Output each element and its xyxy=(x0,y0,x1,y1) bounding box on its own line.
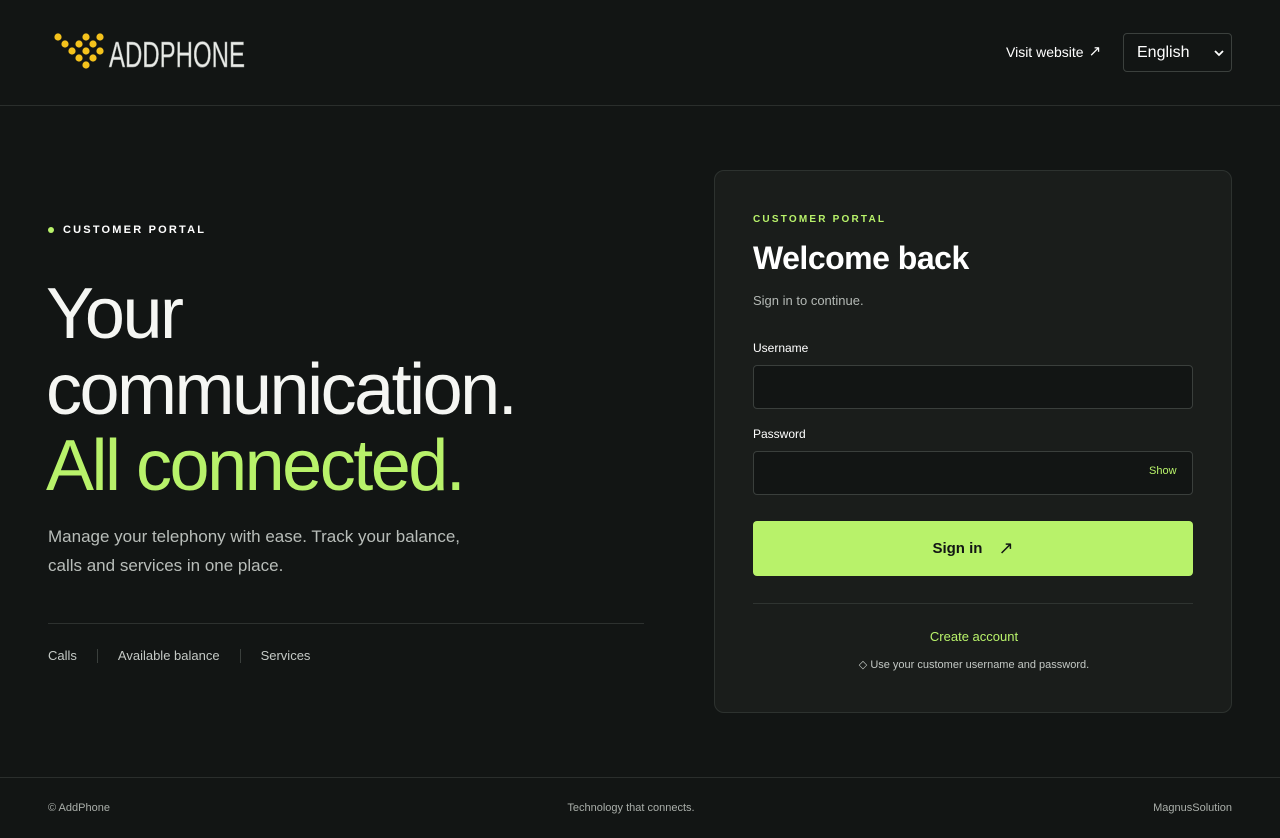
hero-lead: Manage your telephony with ease. Track y… xyxy=(48,527,461,575)
feature-services: Services xyxy=(260,648,311,663)
chevron-down-icon xyxy=(1214,50,1224,57)
divider xyxy=(48,623,644,624)
sign-in-label: Sign in xyxy=(932,540,983,557)
hero-eyebrow-label: CUSTOMER PORTAL xyxy=(63,224,207,236)
addphone-logo[interactable]: ADDPHONE xyxy=(52,30,252,72)
bullet-dot-icon xyxy=(48,227,54,233)
password-field[interactable] xyxy=(753,451,1193,495)
feature-list: Calls Available balance Services xyxy=(48,648,310,663)
arrow-up-right-icon: ↗ xyxy=(1088,43,1102,60)
footer-tagline: Technology that connects. xyxy=(567,802,695,814)
visit-website-label: Visit website xyxy=(1006,44,1084,60)
login-hint: ◇ Use your customer username and passwor… xyxy=(858,659,1090,671)
site-footer: © AddPhone Technology that connects. Mag… xyxy=(0,777,1280,838)
card-divider xyxy=(753,603,1193,604)
feature-separator xyxy=(239,648,241,663)
headline-line-3: All connected. xyxy=(46,426,466,506)
login-title: Welcome back xyxy=(753,240,969,276)
headline-line-1: Your xyxy=(46,274,184,354)
login-eyebrow: CUSTOMER PORTAL xyxy=(753,214,887,225)
hero-eyebrow: CUSTOMER PORTAL xyxy=(48,224,206,236)
language-selected-value: English xyxy=(1137,43,1190,61)
logo-wordmark: ADDPHONE xyxy=(109,34,245,72)
username-label: Username xyxy=(753,341,809,355)
feature-separator xyxy=(96,648,98,663)
site-header: ADDPHONE Visit website ↗ English xyxy=(0,0,1280,106)
create-account-link[interactable]: Create account xyxy=(715,629,1233,644)
login-subtitle: Sign in to continue. xyxy=(753,293,864,308)
login-card: CUSTOMER PORTAL Welcome back Sign in to … xyxy=(714,170,1232,713)
language-select[interactable]: English xyxy=(1123,33,1232,72)
password-label: Password xyxy=(753,427,806,441)
username-field[interactable] xyxy=(753,365,1193,409)
hero-headline: Your communication. All connected. xyxy=(46,274,518,506)
feature-calls: Calls xyxy=(48,648,77,663)
visit-website-link[interactable]: Visit website ↗ xyxy=(1006,44,1101,60)
feature-available-balance: Available balance xyxy=(117,648,220,663)
sign-in-button[interactable]: Sign in ↗ xyxy=(753,521,1193,576)
headline-line-2: communication. xyxy=(46,350,518,430)
show-password-button[interactable]: Show xyxy=(1149,465,1177,477)
logo-dots-icon: ADDPHONE xyxy=(54,33,245,72)
arrow-up-right-icon: ↗ xyxy=(998,538,1014,558)
footer-credit[interactable]: MagnusSolution xyxy=(1153,802,1232,814)
